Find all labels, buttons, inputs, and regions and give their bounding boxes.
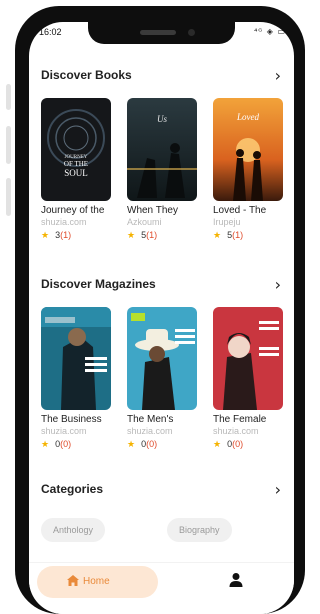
star-icon: ★ bbox=[213, 439, 222, 449]
magazines-section-header: Discover Magazines › bbox=[41, 275, 281, 295]
app-screen: 16:02 ⁴ᴳ ◈ ▭ Discover Books › JOURNEY OF… bbox=[29, 22, 294, 614]
section-title-categories: Categories bbox=[41, 482, 104, 496]
book-author: Azkoumi bbox=[127, 217, 162, 227]
star-icon: ★ bbox=[127, 439, 136, 449]
book-card[interactable]: Loved Loved - The Irupeju ★ 5(1) bbox=[213, 98, 285, 241]
status-icons: ⁴ᴳ ◈ ▭ bbox=[254, 27, 286, 36]
magazine-rating: ★ 0(0) bbox=[41, 439, 72, 449]
book-author: Irupeju bbox=[213, 217, 241, 227]
book-title: Loved - The bbox=[213, 205, 267, 216]
magazine-cover-business bbox=[41, 307, 111, 410]
magazines-row: The Business shuzia.com ★ 0(0) The Men's… bbox=[41, 307, 286, 457]
svg-text:Loved: Loved bbox=[236, 112, 259, 122]
magazine-card[interactable]: The Men's shuzia.com ★ 0(0) bbox=[127, 307, 199, 450]
svg-text:SOUL: SOUL bbox=[64, 168, 88, 178]
bottom-navigation: Home bbox=[29, 562, 294, 614]
book-card[interactable]: Us When They Azkoumi ★ 5(1) bbox=[127, 98, 199, 241]
magazine-title: The Business bbox=[41, 414, 102, 425]
section-title-magazines: Discover Magazines bbox=[41, 277, 156, 291]
book-cover-journey: JOURNEY OF THE SOUL bbox=[41, 98, 111, 201]
star-icon: ★ bbox=[127, 230, 136, 240]
star-icon: ★ bbox=[213, 230, 222, 240]
book-author: shuzia.com bbox=[41, 217, 87, 227]
book-title: When They bbox=[127, 205, 178, 216]
book-card[interactable]: JOURNEY OF THE SOUL Journey of the shuzi… bbox=[41, 98, 113, 241]
home-icon bbox=[67, 575, 79, 586]
magazine-rating: ★ 0(0) bbox=[213, 439, 244, 449]
star-icon: ★ bbox=[41, 230, 50, 240]
nav-home-button[interactable]: Home bbox=[37, 566, 158, 598]
book-title: Journey of the bbox=[41, 205, 105, 216]
magazine-rating: ★ 0(0) bbox=[127, 439, 158, 449]
star-icon: ★ bbox=[41, 439, 50, 449]
magazine-title: The Female bbox=[213, 414, 267, 425]
books-section-header: Discover Books › bbox=[41, 66, 281, 86]
nav-home: Home bbox=[67, 575, 110, 587]
side-button bbox=[6, 126, 11, 164]
book-rating: ★ 5(1) bbox=[127, 230, 158, 240]
status-time: 16:02 bbox=[39, 27, 62, 37]
magazine-cover-mens bbox=[127, 307, 197, 410]
magazine-card[interactable]: The Business shuzia.com ★ 0(0) bbox=[41, 307, 113, 450]
side-button bbox=[6, 84, 11, 110]
profile-icon[interactable] bbox=[228, 572, 244, 588]
category-chip[interactable]: Anthology bbox=[41, 518, 106, 542]
magazine-card[interactable]: The Female shuzia.com ★ 0(0) bbox=[213, 307, 285, 450]
books-row: JOURNEY OF THE SOUL Journey of the shuzi… bbox=[41, 98, 286, 248]
category-chip[interactable]: Biography bbox=[167, 518, 232, 542]
chevron-right-icon[interactable]: › bbox=[275, 480, 281, 499]
book-cover-when-they: Us bbox=[127, 98, 197, 201]
book-rating: ★ 3(1) bbox=[41, 230, 72, 240]
magazine-author: shuzia.com bbox=[127, 426, 173, 436]
chevron-right-icon[interactable]: › bbox=[275, 275, 281, 294]
status-bar: 16:02 ⁴ᴳ ◈ ▭ bbox=[29, 22, 294, 44]
chevron-right-icon[interactable]: › bbox=[275, 66, 281, 85]
magazine-author: shuzia.com bbox=[41, 426, 87, 436]
category-chips: Anthology Biography bbox=[41, 518, 286, 548]
svg-text:OF THE: OF THE bbox=[64, 160, 88, 168]
section-title-books: Discover Books bbox=[41, 68, 132, 82]
categories-section-header: Categories › bbox=[41, 480, 281, 500]
book-rating: ★ 5(1) bbox=[213, 230, 244, 240]
magazine-cover-female bbox=[213, 307, 283, 410]
magazine-title: The Men's bbox=[127, 414, 174, 425]
phone-device: 16:02 ⁴ᴳ ◈ ▭ Discover Books › JOURNEY OF… bbox=[0, 0, 307, 614]
notch bbox=[88, 22, 235, 44]
nav-home-label: Home bbox=[83, 576, 110, 587]
magazine-author: shuzia.com bbox=[213, 426, 259, 436]
svg-text:Us: Us bbox=[157, 114, 167, 124]
book-cover-loved: Loved bbox=[213, 98, 283, 201]
side-button bbox=[6, 178, 11, 216]
